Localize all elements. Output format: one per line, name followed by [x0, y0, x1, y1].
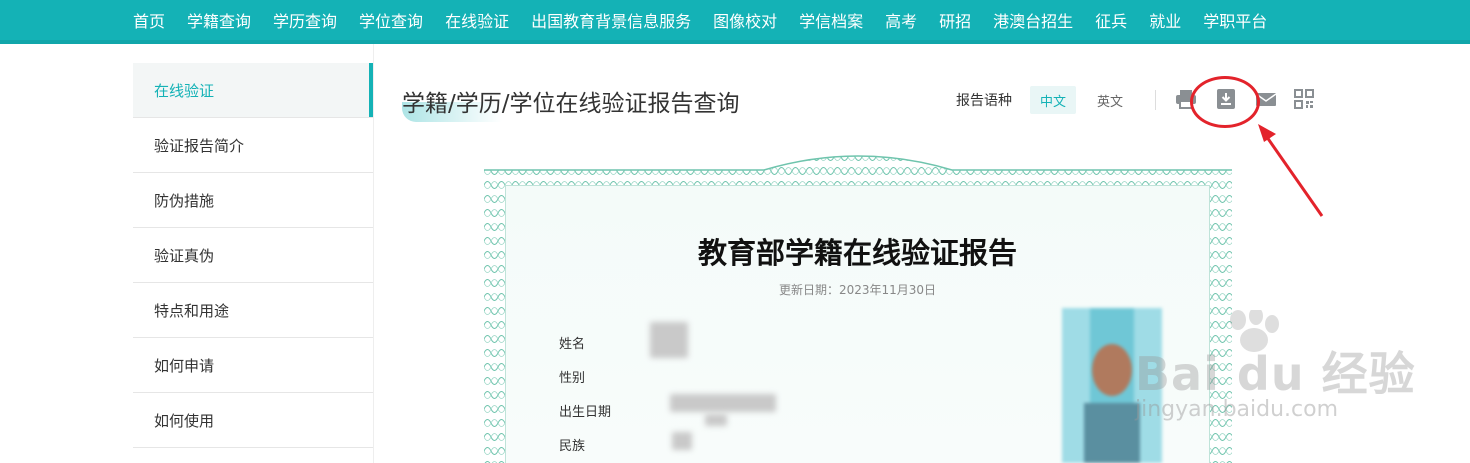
qrcode-icon[interactable] — [1293, 88, 1315, 110]
sidebar-item-label: 验证真伪 — [154, 246, 215, 265]
sidebar-item-label: 特点和用途 — [154, 301, 230, 320]
sidebar-item-anti-counterfeit[interactable]: 防伪措施 — [133, 173, 373, 228]
content-divider — [373, 44, 374, 463]
sidebar-item-label: 如何使用 — [154, 411, 215, 430]
redacted-birthdate-2 — [705, 414, 727, 426]
nav-student-status[interactable]: 学籍查询 — [187, 8, 251, 32]
watermark-brand: Bai du 经验 — [1135, 347, 1416, 401]
page-title: 学籍/学历/学位在线验证报告查询 — [402, 91, 740, 117]
nav-graduate-admission[interactable]: 研招 — [939, 8, 971, 32]
annotation-arrow — [1258, 124, 1324, 217]
field-name-label: 姓名 — [559, 337, 586, 352]
field-gender-label: 性别 — [559, 371, 586, 386]
nav-image-check[interactable]: 图像校对 — [713, 8, 777, 32]
sidebar-item-label: 如何申请 — [154, 356, 215, 375]
redacted-ethnicity — [672, 432, 692, 450]
nav-career-platform[interactable]: 学职平台 — [1203, 8, 1267, 32]
nav-online-verify[interactable]: 在线验证 — [445, 8, 509, 32]
sidebar-item-features[interactable]: 特点和用途 — [133, 283, 373, 338]
nav-overseas-service[interactable]: 出国教育背景信息服务 — [531, 8, 691, 32]
sidebar-item-verify-authenticity[interactable]: 验证真伪 — [133, 228, 373, 283]
field-birthdate-label: 出生日期 — [559, 405, 612, 420]
language-english-button[interactable]: 英文 — [1087, 86, 1133, 114]
nav-home[interactable]: 首页 — [133, 8, 165, 32]
sidebar-item-how-to-apply[interactable]: 如何申请 — [133, 338, 373, 393]
nav-employment[interactable]: 就业 — [1149, 8, 1181, 32]
field-ethnicity-label: 民族 — [559, 439, 586, 454]
nav-education[interactable]: 学历查询 — [273, 8, 337, 32]
toolbar-separator — [1155, 90, 1156, 110]
report-title: 教育部学籍在线验证报告 — [697, 236, 1017, 270]
sidebar-item-label: 验证报告简介 — [154, 136, 245, 155]
language-chinese-button[interactable]: 中文 — [1030, 86, 1077, 114]
nav-bottom-line — [0, 40, 1470, 44]
nav-hmt-admission[interactable]: 港澳台招生 — [993, 8, 1073, 32]
report-update-date: 更新日期：2023年11月30日 — [778, 283, 937, 297]
nav-gaokao[interactable]: 高考 — [885, 8, 917, 32]
sidebar-item-how-to-use[interactable]: 如何使用 — [133, 393, 373, 448]
redacted-name — [650, 322, 688, 358]
sidebar: 在线验证 验证报告简介 防伪措施 验证真伪 特点和用途 如何申请 如何使用 — [133, 63, 373, 448]
sidebar-item-online-verify[interactable]: 在线验证 — [133, 63, 373, 118]
report-language-label: 报告语种 — [956, 93, 1012, 109]
nav-degree[interactable]: 学位查询 — [359, 8, 423, 32]
nav-archive[interactable]: 学信档案 — [799, 8, 863, 32]
nav-enlistment[interactable]: 征兵 — [1095, 8, 1127, 32]
watermark-url: jingyan.baidu.com — [1135, 397, 1339, 422]
redacted-birthdate — [670, 394, 776, 412]
top-nav-items: 首页 学籍查询 学历查询 学位查询 在线验证 出国教育背景信息服务 图像校对 学… — [133, 0, 1289, 40]
top-navigation-bar: 首页 学籍查询 学历查询 学位查询 在线验证 出国教育背景信息服务 图像校对 学… — [0, 0, 1470, 44]
sidebar-item-label: 防伪措施 — [154, 191, 215, 210]
sidebar-item-report-intro[interactable]: 验证报告简介 — [133, 118, 373, 173]
sidebar-item-label: 在线验证 — [154, 81, 215, 100]
